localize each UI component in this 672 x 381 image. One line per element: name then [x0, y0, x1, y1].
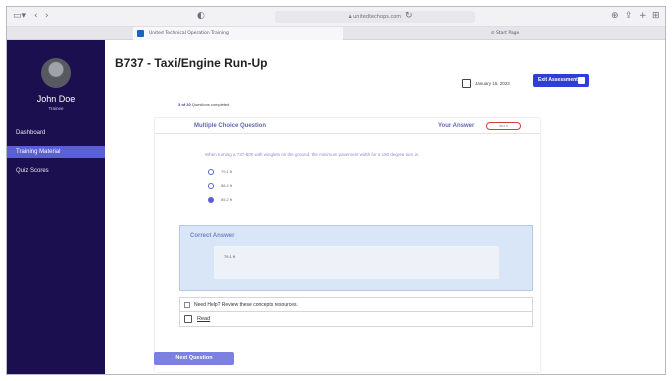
tab-bar: United Technical Operation Training ⊙ St…	[7, 27, 665, 40]
main-content: B737 - Taxi/Engine Run-Up January 15, 20…	[105, 40, 665, 374]
tab-label: United Technical Operation Training	[149, 31, 229, 36]
user-role: Trainee	[48, 106, 64, 111]
exit-assessment-label: Exit Assessment	[538, 77, 578, 83]
browser-toolbar: ▭▾ ‹ › ◐ 🔒︎ unitedtechops.com ↻ ⊕ ⇪ + ⊞	[7, 7, 665, 27]
new-tab-icon[interactable]: +	[639, 11, 647, 22]
date-display: January 15, 2023	[462, 77, 522, 90]
forward-icon[interactable]: ›	[45, 11, 49, 22]
page-title: B737 - Taxi/Engine Run-Up	[115, 56, 268, 70]
option-label: 88.4 ft	[221, 183, 233, 188]
correct-answer-value: 79.1 ft	[224, 254, 236, 259]
option-label: 85.2 ft	[221, 197, 233, 202]
back-icon[interactable]: ‹	[34, 11, 38, 22]
question-card: Multiple Choice Question Your Answer 85.…	[155, 118, 540, 372]
radio-button-selected[interactable]	[208, 197, 214, 203]
read-link[interactable]: Read	[197, 316, 210, 322]
avatar	[41, 58, 71, 88]
shield-icon[interactable]: ◐	[197, 11, 205, 22]
correct-answer-box: 79.1 ft	[214, 246, 499, 279]
sidebar-item-quiz-scores[interactable]: Quiz Scores	[7, 165, 105, 177]
sidebar-item-dashboard[interactable]: Dashboard	[7, 127, 105, 139]
calendar-icon	[462, 79, 471, 88]
download-icon[interactable]: ⊕	[611, 11, 619, 22]
correct-answer-title: Correct Answer	[190, 233, 235, 239]
exit-assessment-button[interactable]: Exit Assessment	[533, 74, 589, 87]
url-text: unitedtechops.com	[353, 14, 402, 20]
browser-window: ▭▾ ‹ › ◐ 🔒︎ unitedtechops.com ↻ ⊕ ⇪ + ⊞ …	[6, 6, 666, 375]
date-text: January 15, 2023	[475, 81, 510, 86]
help-checkbox-icon	[184, 302, 190, 308]
help-panel: Need Help? Review these concepts resourc…	[179, 297, 533, 327]
radio-button[interactable]	[208, 183, 214, 189]
sidebar: John Doe Trainee Dashboard Training Mate…	[7, 40, 105, 374]
address-bar[interactable]: 🔒︎ unitedtechops.com	[275, 11, 475, 23]
tab-overview-icon[interactable]: ⊞	[652, 11, 660, 22]
correct-answer-panel: Correct Answer 79.1 ft	[179, 225, 533, 291]
user-name: John Doe	[36, 94, 76, 104]
help-text: Need Help? Review these concepts resourc…	[194, 302, 298, 308]
option-label: 79.1 ft	[221, 169, 233, 174]
help-row: Need Help? Review these concepts resourc…	[180, 298, 532, 312]
question-text: When turning a 737-800 with winglets on …	[205, 152, 420, 157]
tab-start-page[interactable]: ⊙ Start Page	[343, 27, 665, 40]
exit-icon	[578, 77, 585, 84]
question-type-label: Multiple Choice Question	[194, 123, 267, 129]
read-row[interactable]: Read	[180, 312, 532, 326]
radio-button[interactable]	[208, 169, 214, 175]
progress-indicator: 3 of 20 Questions completed	[178, 102, 229, 107]
share-icon[interactable]: ⇪	[625, 11, 633, 22]
favicon	[137, 30, 144, 37]
your-answer-value: 85.2 ft	[486, 122, 521, 130]
your-answer-label: Your Answer	[438, 123, 475, 129]
progress-label: Questions completed	[191, 102, 230, 107]
question-card-header: Multiple Choice Question Your Answer 85.…	[155, 118, 540, 134]
sidebar-item-training-material[interactable]: Training Material	[7, 146, 105, 158]
book-icon	[184, 315, 192, 323]
reload-icon[interactable]: ↻	[405, 11, 413, 22]
progress-count: 3 of 20	[178, 102, 191, 107]
next-question-button[interactable]: Next Question	[154, 352, 234, 365]
tab-label: Start Page	[495, 31, 520, 36]
sidebar-toggle-icon[interactable]: ▭▾	[13, 11, 26, 22]
tab-training[interactable]: United Technical Operation Training	[133, 27, 343, 40]
